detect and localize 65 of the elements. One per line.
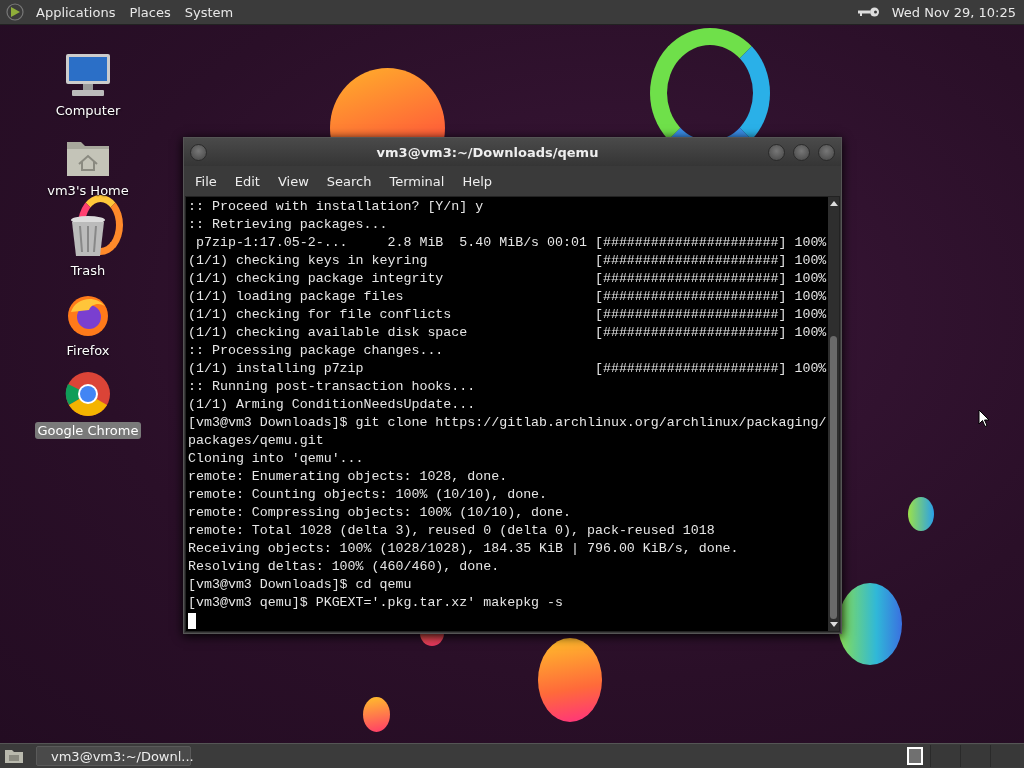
window-title: vm3@vm3:~/Downloads/qemu: [375, 144, 600, 160]
menu-logo-icon[interactable]: [6, 3, 24, 21]
progress-text: [######################] 100%: [594, 270, 827, 288]
menu-item[interactable]: View: [269, 173, 317, 189]
terminal-line: :: Running post-transaction hooks...: [188, 378, 477, 396]
terminal-line: (1/1) checking for file conflicts: [188, 306, 453, 324]
menu-item[interactable]: Search: [318, 173, 380, 189]
close-button[interactable]: [818, 143, 835, 161]
terminal-line: [vm3@vm3 Downloads]$ cd qemu: [188, 576, 413, 594]
terminal-line: [vm3@vm3 Downloads]$ git clone https://gitlab.archlinux.org/archlinux/packaging/: [188, 414, 827, 432]
terminal-line: :: Proceed with installation? [Y/n] y: [188, 198, 485, 216]
terminal-line: (1/1) installing p7zip: [188, 360, 365, 378]
oval-shape: [908, 497, 934, 531]
scroll-thumb[interactable]: [830, 336, 837, 619]
minimize-button[interactable]: [768, 143, 785, 161]
oval-shape: [363, 697, 390, 732]
panel-menu[interactable]: System: [180, 4, 238, 20]
menu-item[interactable]: Help: [454, 173, 501, 189]
scrollbar[interactable]: [828, 197, 839, 631]
terminal-line: remote: Enumerating objects: 1028, done.: [188, 468, 509, 486]
terminal-line: :: Retrieving packages...: [188, 216, 389, 234]
terminal-line: packages/qemu.git: [188, 432, 325, 450]
taskbar-button[interactable]: vm3@vm3:~/Downl...: [36, 746, 191, 766]
terminal-line: (1/1) checking available disk space: [188, 324, 469, 342]
terminal-line: remote: Compressing objects: 100% (10/10), done.: [188, 504, 572, 522]
scroll-down-icon[interactable]: [829, 622, 838, 628]
terminal-line: Resolving deltas: 100% (460/460), done.: [188, 558, 501, 576]
icon-label[interactable]: vm3's Home: [44, 182, 132, 199]
window-menu-button[interactable]: [190, 143, 207, 161]
mouse-pointer-icon: [978, 409, 990, 428]
terminal-line: [vm3@vm3 qemu]$ PKGEXT='.pkg.tar.xz' makepkg -s: [188, 594, 565, 612]
clock[interactable]: Wed Nov 29, 10:25: [891, 4, 1016, 20]
panel-menu[interactable]: Places: [125, 4, 175, 20]
browser-wheel-icon[interactable]: [64, 370, 112, 418]
menu-item[interactable]: File: [187, 173, 225, 189]
terminal-line: Receiving objects: 100% (1028/1028), 184.35 KiB | 796.00 KiB/s, done.: [188, 540, 739, 558]
icon-label[interactable]: Firefox: [63, 342, 113, 359]
progress-text: [######################] 100%: [594, 234, 827, 252]
key-icon[interactable]: [857, 7, 880, 17]
terminal-line: p7zip-1:17.05-2-... 2.8 MiB 5.40 MiB/s 00:01: [194, 234, 588, 252]
menu-item[interactable]: Edit: [226, 173, 268, 189]
text-cursor: [188, 613, 196, 629]
scroll-up-icon[interactable]: [829, 200, 838, 206]
progress-text: [######################] 100%: [594, 306, 827, 324]
terminal-line: remote: Total 1028 (delta 3), reused 0 (delta 0), pack-reused 1018: [188, 522, 715, 540]
progress-text: [######################] 100%: [594, 288, 827, 306]
progress-text: [######################] 100%: [594, 324, 827, 342]
maximize-button[interactable]: [793, 143, 810, 161]
progress-text: [######################] 100%: [594, 360, 827, 378]
icon-label[interactable]: Trash: [67, 262, 109, 279]
computer-icon[interactable]: [64, 52, 112, 98]
terminal-line: (1/1) checking keys in keyring: [188, 252, 429, 270]
terminal-line: (1/1) checking package integrity: [188, 270, 445, 288]
terminal-line: (1/1) Arming ConditionNeedsUpdate...: [188, 396, 477, 414]
show-desktop-icon[interactable]: [4, 748, 24, 764]
progress-text: [######################] 100%: [594, 252, 827, 270]
icon-label[interactable]: Computer: [52, 102, 124, 119]
panel-menu[interactable]: Applications: [32, 4, 120, 20]
trash-icon[interactable]: [68, 214, 108, 258]
terminal-line: (1/1) loading package files: [188, 288, 405, 306]
terminal-line: remote: Counting objects: 100% (10/10), done.: [188, 486, 549, 504]
terminal-line: :: Processing package changes...: [188, 342, 445, 360]
menu-item[interactable]: Terminal: [381, 173, 453, 189]
terminal-line: Cloning into 'qemu'...: [188, 450, 365, 468]
icon-label[interactable]: Google Chrome: [34, 422, 142, 439]
